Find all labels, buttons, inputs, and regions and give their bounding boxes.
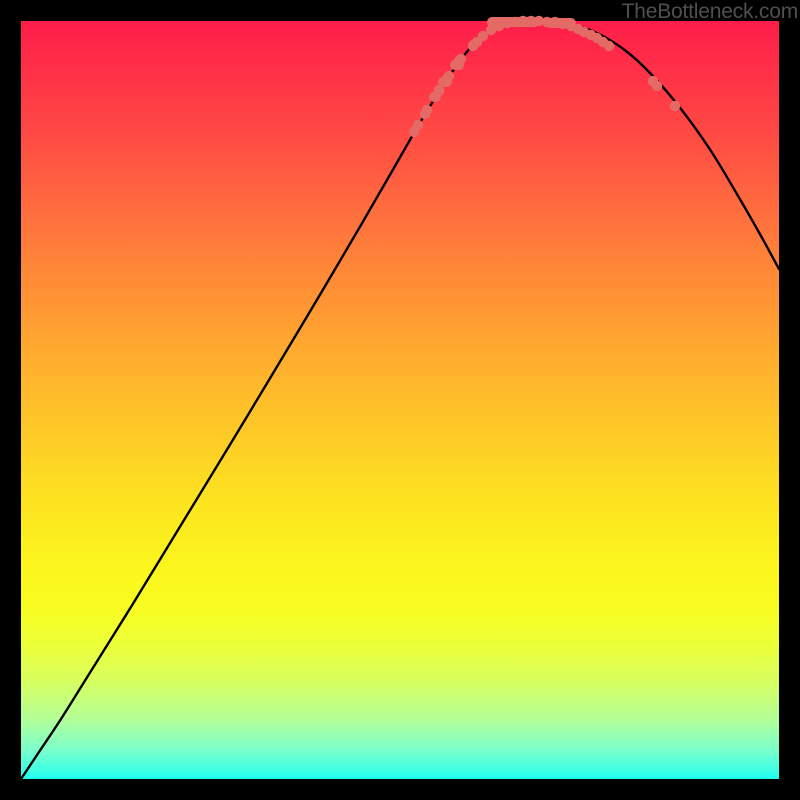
- bottleneck-curve: [21, 21, 779, 779]
- marker-dot: [434, 86, 444, 96]
- marker-dot: [670, 101, 680, 111]
- marker-dots: [409, 16, 680, 137]
- marker-dot: [444, 71, 454, 81]
- marker-dot: [652, 81, 662, 91]
- marker-dot: [456, 54, 466, 64]
- marker-dot: [604, 41, 614, 51]
- marker-dot: [413, 120, 423, 130]
- chart-svg: [21, 21, 779, 779]
- watermark-text: TheBottleneck.com: [622, 0, 798, 24]
- marker-dot: [422, 105, 432, 115]
- chart-frame: [21, 21, 779, 779]
